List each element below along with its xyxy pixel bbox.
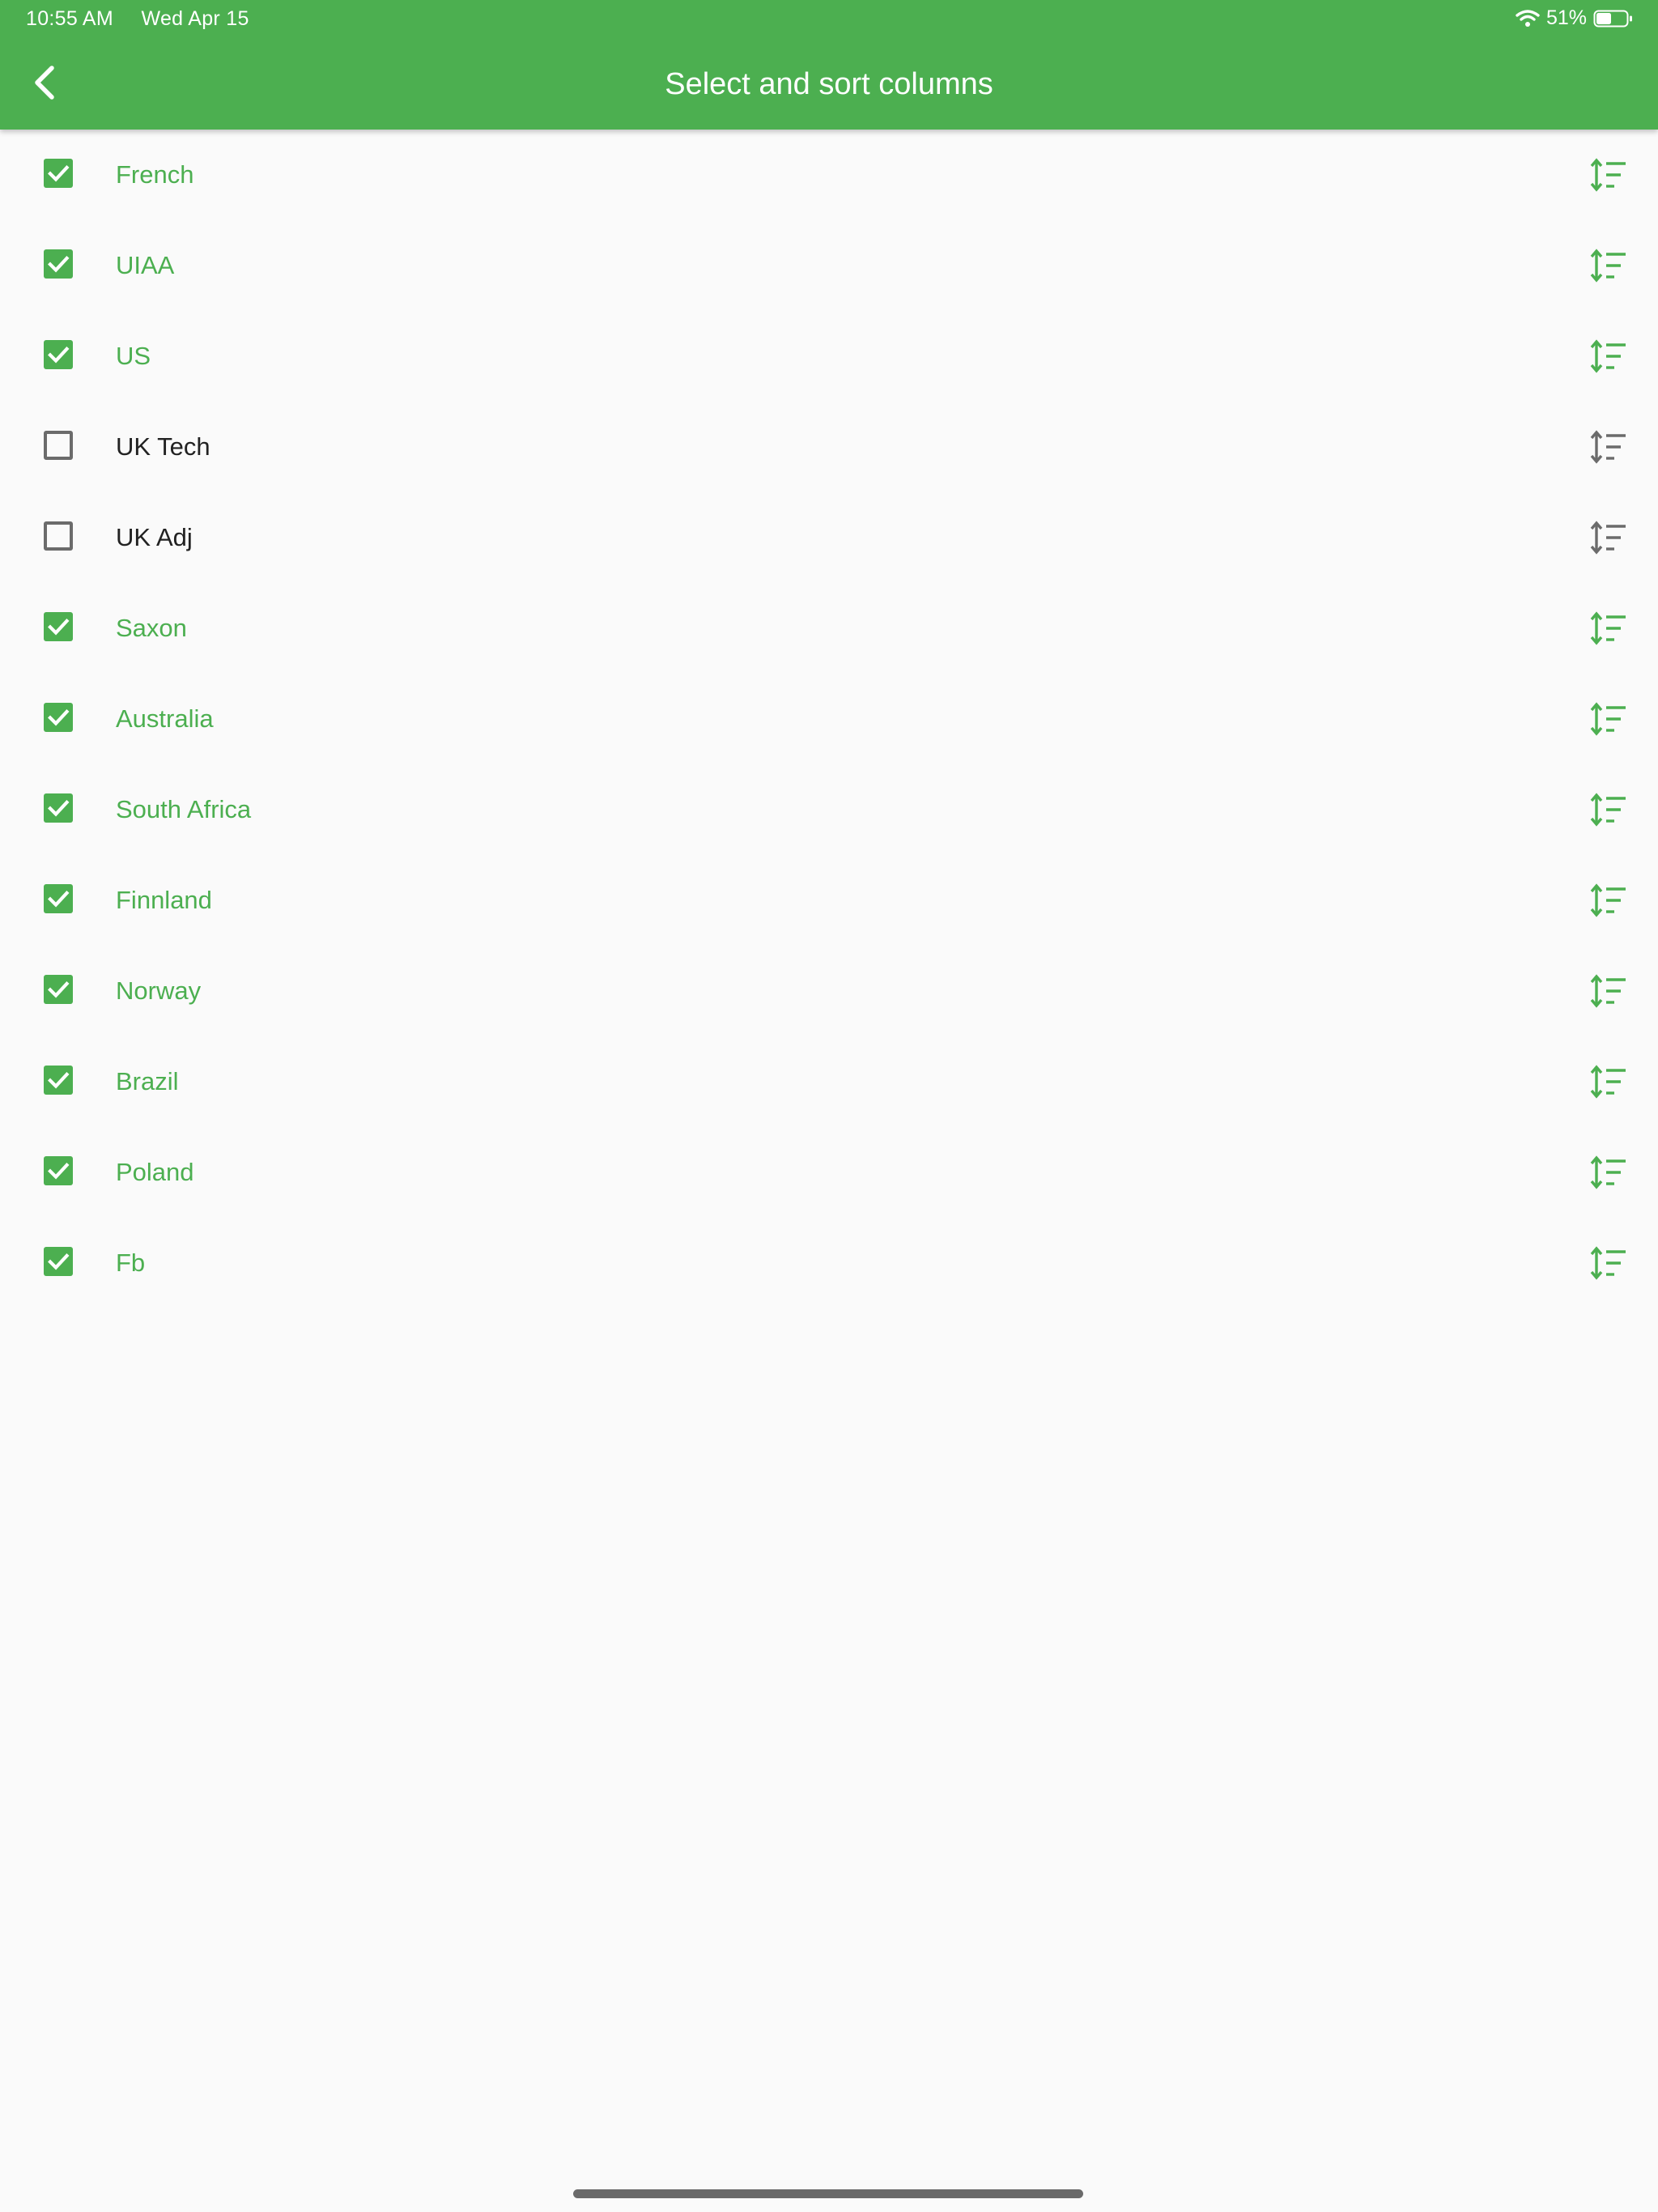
sort-handle-icon[interactable] bbox=[1590, 610, 1627, 646]
checkbox-checked[interactable] bbox=[44, 159, 73, 188]
column-row[interactable]: UK Tech bbox=[0, 402, 1658, 492]
sort-handle-icon[interactable] bbox=[1590, 973, 1627, 1009]
sort-handle-icon[interactable] bbox=[1590, 701, 1627, 737]
sort-handle-icon[interactable] bbox=[1590, 792, 1627, 827]
column-row[interactable]: Fb bbox=[0, 1218, 1658, 1308]
column-label: Fb bbox=[116, 1249, 146, 1277]
sort-handle-icon[interactable] bbox=[1590, 1064, 1627, 1100]
checkbox-checked[interactable] bbox=[44, 1156, 73, 1185]
sort-handle-icon[interactable] bbox=[1590, 429, 1627, 465]
checkbox-checked[interactable] bbox=[44, 975, 73, 1004]
column-list: French UIAA US UK Tech UK Adj Saxon Australia S… bbox=[0, 130, 1658, 1308]
column-row[interactable]: South Africa bbox=[0, 764, 1658, 855]
column-row[interactable]: French bbox=[0, 130, 1658, 220]
checkbox-checked[interactable] bbox=[44, 703, 73, 732]
battery-icon bbox=[1593, 9, 1634, 28]
checkbox-checked[interactable] bbox=[44, 340, 73, 369]
app-bar: 10:55 AM Wed Apr 15 51% Select and sort … bbox=[0, 0, 1658, 130]
chevron-left-icon bbox=[29, 65, 62, 104]
column-label: Poland bbox=[116, 1158, 194, 1186]
sort-handle-icon[interactable] bbox=[1590, 338, 1627, 374]
column-row[interactable]: Poland bbox=[0, 1127, 1658, 1218]
column-row[interactable]: Finnland bbox=[0, 855, 1658, 946]
checkbox-checked[interactable] bbox=[44, 793, 73, 823]
back-button[interactable] bbox=[18, 57, 73, 112]
column-label: Norway bbox=[116, 976, 202, 1005]
sort-handle-icon[interactable] bbox=[1590, 1245, 1627, 1281]
status-date: Wed Apr 15 bbox=[141, 7, 249, 30]
checkbox-checked[interactable] bbox=[44, 1247, 73, 1276]
sort-handle-icon[interactable] bbox=[1590, 1155, 1627, 1190]
checkbox-checked[interactable] bbox=[44, 1066, 73, 1095]
column-label: Australia bbox=[116, 704, 214, 733]
wifi-icon bbox=[1516, 9, 1540, 28]
column-label: UK Adj bbox=[116, 523, 193, 551]
page-title: Select and sort columns bbox=[665, 67, 993, 101]
checkbox-checked[interactable] bbox=[44, 884, 73, 913]
checkbox-checked[interactable] bbox=[44, 249, 73, 279]
status-time: 10:55 AM bbox=[26, 7, 114, 30]
column-row[interactable]: Australia bbox=[0, 674, 1658, 764]
column-row[interactable]: UIAA bbox=[0, 220, 1658, 311]
sort-handle-icon[interactable] bbox=[1590, 157, 1627, 193]
toolbar: Select and sort columns bbox=[0, 39, 1658, 130]
checkbox-unchecked[interactable] bbox=[44, 521, 73, 551]
column-row[interactable]: US bbox=[0, 311, 1658, 402]
column-label: French bbox=[116, 160, 194, 189]
column-label: UK Tech bbox=[116, 432, 210, 461]
sort-handle-icon[interactable] bbox=[1590, 520, 1627, 555]
column-row[interactable]: Saxon bbox=[0, 583, 1658, 674]
column-row[interactable]: UK Adj bbox=[0, 492, 1658, 583]
status-time-date: 10:55 AM Wed Apr 15 bbox=[26, 7, 249, 31]
column-label: UIAA bbox=[116, 251, 175, 279]
checkbox-checked[interactable] bbox=[44, 612, 73, 641]
column-label: Brazil bbox=[116, 1067, 179, 1095]
status-indicators: 51% bbox=[1516, 6, 1634, 30]
sort-handle-icon[interactable] bbox=[1590, 248, 1627, 283]
sort-handle-icon[interactable] bbox=[1590, 883, 1627, 918]
column-row[interactable]: Brazil bbox=[0, 1036, 1658, 1127]
column-label: South Africa bbox=[116, 795, 252, 823]
home-indicator bbox=[573, 2189, 1083, 2198]
status-bar: 10:55 AM Wed Apr 15 51% bbox=[0, 0, 1658, 39]
column-row[interactable]: Norway bbox=[0, 946, 1658, 1036]
column-label: Saxon bbox=[116, 614, 187, 642]
battery-percent: 51% bbox=[1545, 6, 1587, 29]
column-label: Finnland bbox=[116, 886, 212, 914]
checkbox-unchecked[interactable] bbox=[44, 431, 73, 460]
column-label: US bbox=[116, 342, 151, 370]
